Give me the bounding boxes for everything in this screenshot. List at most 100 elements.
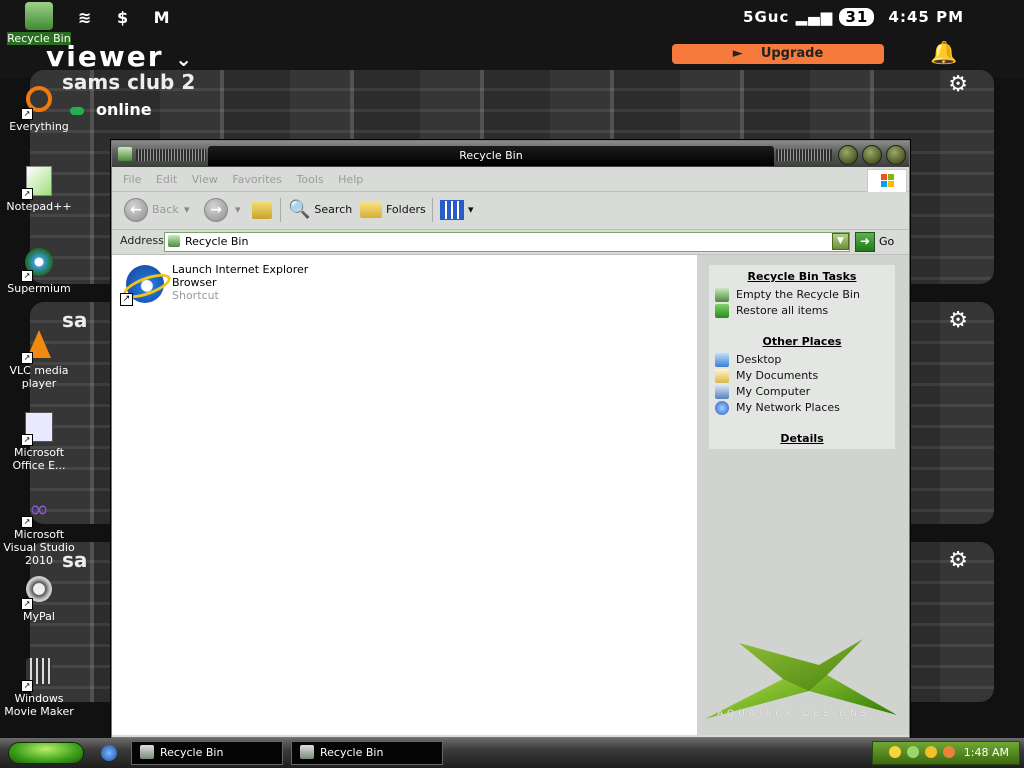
address-label: Address <box>120 234 164 247</box>
task-panel: Recycle Bin Tasks Empty the Recycle Bin … <box>709 265 895 449</box>
phone-status-right: 5Guc ▂▄▆ 31 4:45 PM <box>743 8 964 26</box>
address-input[interactable]: Recycle Bin <box>164 232 850 252</box>
back-button[interactable]: ← Back <box>124 196 179 224</box>
desktop-icon-label: Supermium <box>7 282 71 295</box>
desktop-icon-office[interactable]: ↗ Microsoft Office E... <box>0 412 78 472</box>
clock[interactable]: 1:48 AM <box>964 742 1009 764</box>
folders-icon <box>360 202 382 218</box>
menu-edit[interactable]: Edit <box>156 169 177 191</box>
toolbar: ← Back ▾ → ▾ 🔍 Search Folders ▾ <box>112 192 909 230</box>
desktop-icon-label: VLC media player <box>9 364 69 390</box>
place-desktop[interactable]: Desktop <box>715 352 781 368</box>
window-title-bar[interactable]: Recycle Bin <box>112 141 909 167</box>
start-button[interactable] <box>8 742 84 764</box>
menu-tools[interactable]: Tools <box>297 169 324 191</box>
address-dropdown-button[interactable]: ▼ <box>832 233 849 250</box>
vlc-cone-icon: ↗ <box>21 330 55 364</box>
back-dropdown[interactable]: ▾ <box>184 196 190 224</box>
other-places-header[interactable]: Other Places <box>709 335 895 348</box>
desktop-icon-label: Recycle Bin <box>7 32 71 45</box>
system-tray: 1:48 AM <box>872 741 1020 765</box>
office-icon: ↗ <box>21 412 55 446</box>
address-value: Recycle Bin <box>185 235 249 248</box>
desktop-icon-label: Everything <box>9 120 69 133</box>
place-my-computer[interactable]: My Computer <box>715 384 810 400</box>
windows-flag-icon <box>867 169 907 193</box>
search-icon: 🔍 <box>288 199 311 220</box>
recycle-bin-small-icon <box>168 235 180 247</box>
window-icon[interactable] <box>118 147 132 161</box>
phone-time: 4:45 PM <box>888 8 964 26</box>
desktop-icon <box>715 353 729 367</box>
quick-launch-ie-icon[interactable] <box>101 745 117 761</box>
forward-arrow-icon: → <box>204 198 228 222</box>
notepad-plus-plus-icon: ↗ <box>21 166 55 200</box>
recycle-bin-icon <box>25 2 53 30</box>
go-button[interactable]: ➜ Go <box>855 232 894 252</box>
desktop-icon-recycle-bin[interactable]: Recycle Bin <box>0 2 78 45</box>
maximize-button[interactable] <box>862 145 882 165</box>
desktop-icon-supermium[interactable]: ↗ Supermium <box>0 248 78 295</box>
forward-dropdown[interactable]: ▾ <box>235 196 241 224</box>
views-icon <box>440 200 464 220</box>
task-empty-recycle-bin[interactable]: Empty the Recycle Bin <box>715 287 860 303</box>
phone-network: 5Guc <box>743 8 790 26</box>
my-computer-icon <box>715 385 729 399</box>
chevron-down-icon: ⌄ <box>175 47 195 71</box>
taskbar-button-recycle-bin[interactable]: Recycle Bin <box>131 741 283 765</box>
minimize-button[interactable] <box>838 145 858 165</box>
place-my-documents[interactable]: My Documents <box>715 368 818 384</box>
address-bar: Address Recycle Bin ▼ ➜ Go <box>112 230 909 255</box>
supermium-icon: ↗ <box>21 248 55 282</box>
desktop-icon-label: MyPal <box>23 610 55 623</box>
close-button[interactable] <box>886 145 906 165</box>
desktop-icon-notepadpp[interactable]: ↗ Notepad++ <box>0 166 78 213</box>
gear-icon[interactable]: ⚙ <box>948 308 968 333</box>
recycle-bin-tasks-header[interactable]: Recycle Bin Tasks <box>709 270 895 283</box>
bell-icon[interactable]: 🔔 <box>930 41 957 66</box>
menu-help[interactable]: Help <box>338 169 363 191</box>
back-arrow-icon: ← <box>124 198 148 222</box>
menu-bar: File Edit View Favorites Tools Help <box>112 169 909 192</box>
recycle-bin-icon <box>140 745 154 759</box>
search-tray-icon[interactable] <box>943 746 955 758</box>
up-folder-button[interactable] <box>252 196 276 224</box>
desktop-icon-vlc[interactable]: ↗ VLC media player <box>0 330 78 390</box>
restore-arrow-icon <box>715 304 729 318</box>
shortcut-arrow-icon: ↗ <box>120 293 133 306</box>
menu-favorites[interactable]: Favorites <box>232 169 282 191</box>
shield-icon[interactable] <box>889 746 901 758</box>
search-button[interactable]: 🔍 Search <box>288 196 352 224</box>
desktop-icon-everything[interactable]: ↗ Everything <box>0 84 78 133</box>
taskbar: Recycle Bin Recycle Bin 1:48 AM <box>0 738 1024 768</box>
recycle-bin-window: Recycle Bin File Edit View Favorites Too… <box>111 140 910 738</box>
menu-view[interactable]: View <box>192 169 218 191</box>
desktop-icon-label: Windows Movie Maker <box>4 692 74 718</box>
gear-icon[interactable]: ⚙ <box>948 548 968 573</box>
forward-button[interactable]: → <box>204 196 232 224</box>
network-icon[interactable] <box>907 746 919 758</box>
recycle-bin-icon <box>300 745 314 759</box>
details-header[interactable]: Details <box>709 432 895 445</box>
go-arrow-icon: ➜ <box>855 232 875 252</box>
security-icon[interactable] <box>925 746 937 758</box>
menu-file[interactable]: File <box>123 169 141 191</box>
place-my-network-places[interactable]: My Network Places <box>715 400 840 416</box>
file-type: Shortcut <box>172 289 219 302</box>
internet-explorer-icon: ↗ <box>120 263 174 307</box>
desktop-icon-visual-studio[interactable]: ∞ ↗ Microsoft Visual Studio 2010 <box>0 494 78 567</box>
taskbar-button-recycle-bin[interactable]: Recycle Bin <box>291 741 443 765</box>
desktop-icon-movie-maker[interactable]: ↗ Windows Movie Maker <box>0 658 78 718</box>
folders-button[interactable]: Folders <box>360 196 426 224</box>
phone-battery: 31 <box>839 8 875 26</box>
everything-icon: ↗ <box>21 86 55 120</box>
desktop-icon-label: Microsoft Visual Studio 2010 <box>3 528 75 567</box>
my-documents-icon <box>715 369 729 383</box>
task-restore-all-items[interactable]: Restore all items <box>715 303 828 319</box>
upgrade-button[interactable]: ► Upgrade <box>672 44 884 64</box>
gear-icon[interactable]: ⚙ <box>948 72 968 97</box>
views-button[interactable]: ▾ <box>440 196 474 224</box>
file-item-ie-shortcut[interactable]: ↗ Launch Internet Explorer Browser Shortc… <box>120 263 370 307</box>
desktop-icon-mypal[interactable]: ↗ MyPal <box>0 576 78 623</box>
file-list-pane[interactable]: ↗ Launch Internet Explorer Browser Shortc… <box>112 255 697 735</box>
